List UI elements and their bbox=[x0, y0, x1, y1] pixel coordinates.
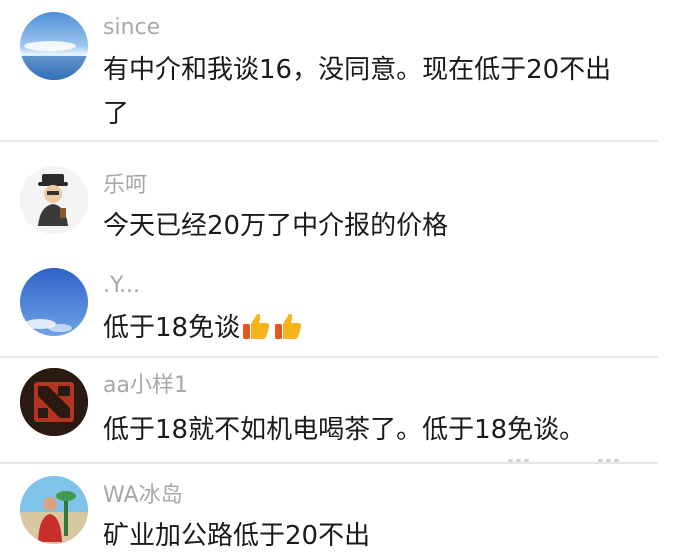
username[interactable]: 乐呵 bbox=[103, 172, 147, 200]
avatar[interactable] bbox=[20, 368, 88, 436]
thumbs-up-icon bbox=[243, 313, 270, 339]
username[interactable]: aa小样1 bbox=[103, 372, 188, 400]
avatar[interactable] bbox=[20, 12, 88, 80]
comment-list: since 有中介和我谈16，没同意。现在低于20不出了 乐呵 今天已经20万了… bbox=[0, 0, 676, 556]
blue-sky-avatar-icon bbox=[20, 268, 88, 336]
comment-item[interactable]: WA冰岛 矿业加公路低于20不出 bbox=[0, 464, 676, 556]
sky-sea-photo-avatar-icon bbox=[20, 12, 88, 80]
username[interactable]: since bbox=[103, 14, 160, 42]
comment-text: 低于18免谈 bbox=[103, 306, 643, 350]
comment-text: 有中介和我谈16，没同意。现在低于20不出了 bbox=[103, 55, 612, 129]
comment-item[interactable]: aa小样1 低于18就不如机电喝茶了。低于18免谈。 bbox=[0, 358, 676, 462]
avatar[interactable] bbox=[20, 166, 88, 234]
comment-text-body: 低于18免谈 bbox=[103, 313, 241, 343]
comment-item[interactable]: 乐呵 今天已经20万了中介报的价格 bbox=[0, 142, 676, 260]
dota-logo-avatar-icon bbox=[20, 368, 88, 436]
thumbs-up-icon bbox=[275, 313, 302, 339]
avatar[interactable] bbox=[20, 476, 88, 544]
comment-text: 低于18就不如机电喝茶了。低于18免谈。 bbox=[103, 415, 586, 445]
username[interactable]: .Y... bbox=[103, 272, 140, 300]
comment-text: 今天已经20万了中介报的价格 bbox=[103, 211, 449, 241]
beach-person-avatar-icon bbox=[20, 476, 88, 544]
comment-text: 矿业加公路低于20不出 bbox=[103, 521, 371, 551]
avatar[interactable] bbox=[20, 268, 88, 336]
comment-item[interactable]: .Y... 低于18免谈 bbox=[0, 260, 676, 356]
comment-item[interactable]: since 有中介和我谈16，没同意。现在低于20不出了 bbox=[0, 0, 676, 140]
username[interactable]: WA冰岛 bbox=[103, 482, 183, 510]
cartoon-man-avatar-icon bbox=[20, 166, 88, 234]
